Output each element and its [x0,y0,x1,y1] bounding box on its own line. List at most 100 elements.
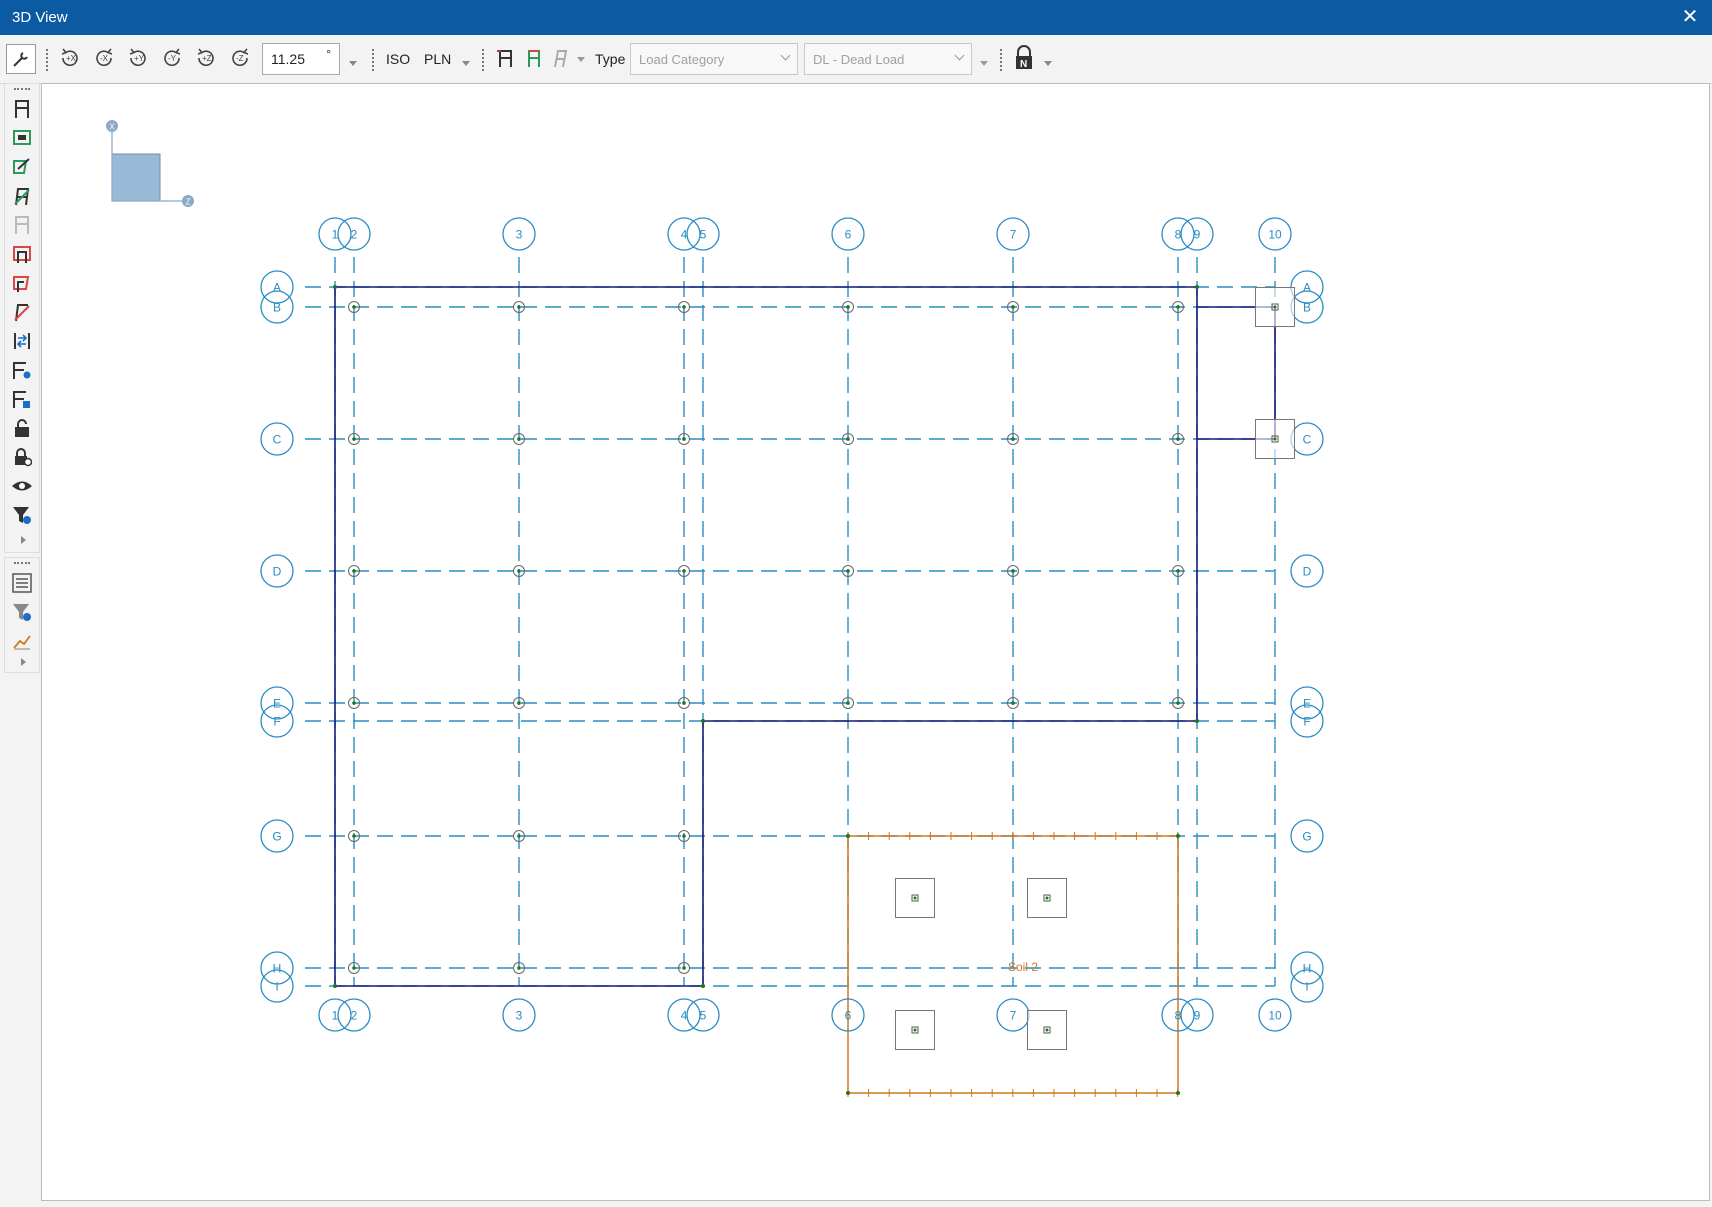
grid-node-point [682,701,686,705]
rotation-angle-input[interactable]: 11.25 ° [262,43,340,75]
rotate-minus-z-button[interactable]: -Z [226,44,254,72]
grid-column-top-label: 3 [516,228,523,242]
plan-drawing[interactable]: X Z 1122334455667788991010A AB BC CD DE EF FG G… [42,84,1709,1200]
filter-icon [13,507,31,524]
brace-red-icon [14,304,30,322]
lock-north-button[interactable]: N [1010,44,1038,72]
wall-frame-icon [528,50,540,67]
model-viewport[interactable]: X Z 1 1 2 2 3 3 4 4 5 5 6 6 7 7 8 8 9 9 10 10 A A B B C C D D E E F F G G… [41,83,1710,1201]
chevron-right-icon[interactable] [21,658,26,666]
slab-red-icon [13,246,31,263]
load-category-select[interactable]: Load Category [630,43,798,75]
iso-view-button[interactable]: ISO [386,51,410,67]
lock-view-button[interactable] [11,446,33,468]
grid-node-point [682,834,686,838]
load-case-select[interactable]: DL - Dead Load [804,43,972,75]
grid-node-point [846,437,850,441]
filter-icon [13,604,31,621]
visibility-button[interactable] [11,475,33,497]
grid-column-top-label: 10 [1268,228,1282,242]
triad-z-label: Z [186,198,191,207]
show-braces-button[interactable] [546,44,574,72]
rotate-group: +X -X +Y -Y +Z -Z 11.25 ° [56,41,357,77]
frame-button[interactable] [11,98,33,120]
toolbar-grip[interactable] [482,49,486,71]
toolbar-grip[interactable] [14,562,30,564]
grid-node-point [1176,701,1180,705]
soil-corner-node [846,1091,850,1095]
wrench-icon [13,52,28,67]
rotate-axis-label: -Y [168,54,177,63]
chevron-down-icon[interactable] [980,61,988,66]
grid-node-point [1011,569,1015,573]
rotate-plus-x-button[interactable]: +X [56,44,84,72]
slab-icon [13,130,31,145]
grid-node-point [846,701,850,705]
grid-node-point [517,701,521,705]
eye-icon [12,481,32,491]
toolbar-grip[interactable] [14,88,30,90]
plan-view-button[interactable]: PLN [424,51,451,67]
grid-row-right-label: E [1303,697,1311,711]
grid-node-point [517,437,521,441]
footing-pad-node [913,896,917,900]
view-toolbar: +X -X +Y -Y +Z -Z 11.25 ° ISO PLN Type L… [0,35,1712,84]
list-icon [12,573,32,593]
slab-button[interactable] [11,127,33,149]
toolbar-grip[interactable] [372,49,376,71]
rotate-ccw-icon: +Y [129,48,146,66]
lock-icon: N [1016,45,1032,70]
filter-button[interactable] [11,504,33,526]
soil-corner-node [1176,834,1180,838]
brace-button[interactable] [11,185,33,207]
frame-hidden-button[interactable] [11,214,33,236]
select-tool-button[interactable] [6,44,36,74]
grid-node-point [1011,305,1015,309]
rotate-ccw-icon: +X [61,48,78,66]
rotate-cw-icon: -Y [164,48,181,66]
chevron-down-icon[interactable] [1044,61,1052,66]
rotate-plus-y-button[interactable]: +Y [124,44,152,72]
grid-node-point [517,834,521,838]
grid-row-right-label: B [1303,301,1311,315]
rotate-minus-x-button[interactable]: -X [90,44,118,72]
chevron-down-icon[interactable] [462,61,470,66]
left-toolbar [4,83,40,673]
lock-label: N [1020,59,1027,70]
frame-settings-button[interactable] [11,359,33,381]
footing-pads [895,287,1295,1050]
grid-node-point [1176,569,1180,573]
slab-outline[interactable] [334,286,1198,987]
unlock-button[interactable] [11,417,33,439]
rotate-minus-y-button[interactable]: -Y [158,44,186,72]
close-icon[interactable]: ✕ [1678,5,1702,29]
soil-corner-node [1176,1091,1180,1095]
wall-panel-button[interactable] [11,156,33,178]
show-frames-button[interactable] [492,44,520,72]
grid-row-right-label: D [1303,565,1312,579]
brace-red-button[interactable] [11,301,33,323]
grid-column-top-label: 9 [1194,228,1201,242]
footing-pad-node [913,1028,917,1032]
wall-red-button[interactable] [11,272,33,294]
list-button[interactable] [11,572,33,594]
chevron-down-icon[interactable] [577,57,585,62]
chevron-down-icon[interactable] [349,61,357,66]
footing-pad-node [1045,896,1049,900]
grid-node-point [1176,437,1180,441]
slab-red-button[interactable] [11,243,33,265]
toolbar-grip[interactable] [46,49,50,71]
toolbar-grip[interactable] [1000,49,1004,71]
show-walls-button[interactable] [520,44,548,72]
chevron-down-icon [780,50,791,61]
chart-button[interactable] [11,630,33,652]
brace-icon [554,50,568,68]
frame-save-button[interactable] [11,388,33,410]
chevron-right-icon[interactable] [21,536,26,544]
grid-row-left-label: F [273,715,280,729]
rotate-plus-z-button[interactable]: +Z [192,44,220,72]
swap-button[interactable] [11,330,33,352]
grid-column-bottom-label: 9 [1194,1009,1201,1023]
triad-plane [111,153,161,202]
results-filter-button[interactable] [11,601,33,623]
